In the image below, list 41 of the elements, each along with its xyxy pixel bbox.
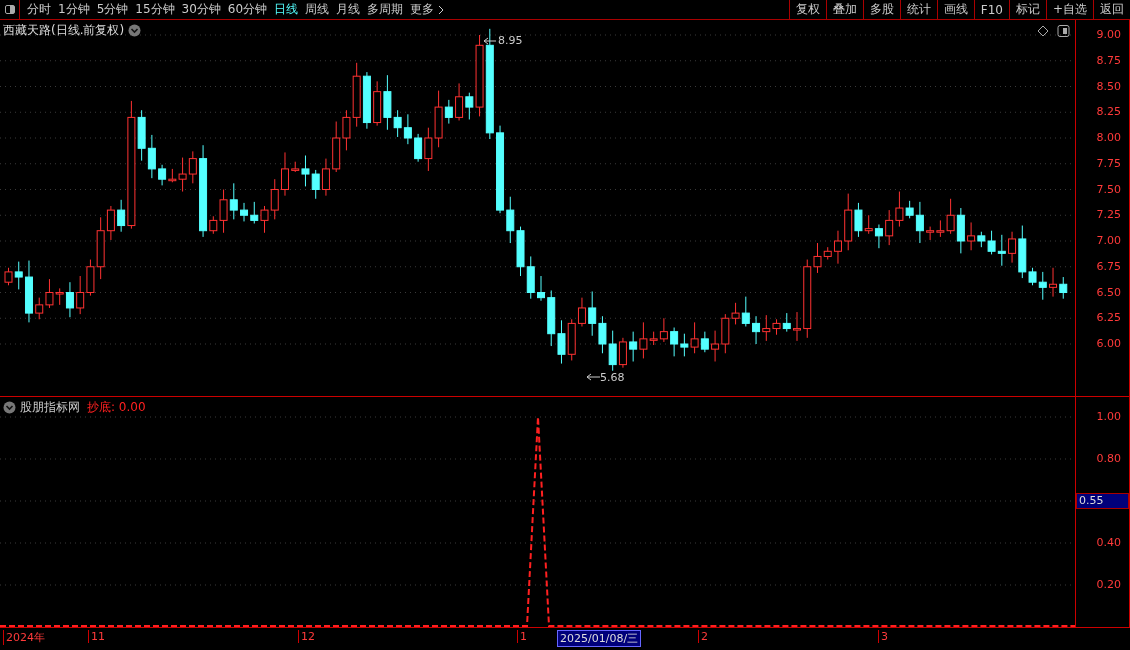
price-tick: 8.25 [1096,105,1121,119]
indicator-tick: 1.00 [1096,410,1121,423]
date-label: 1 [517,630,527,643]
date-label: 2024年 [3,630,45,645]
indicator-tick: 0.40 [1096,536,1121,549]
price-tick: 9.00 [1096,28,1121,41]
price-tick: 8.50 [1096,79,1121,93]
period-tab[interactable]: 1分钟 [58,1,90,18]
price-tick: 6.50 [1096,285,1121,299]
indicator-name: 股朋指标网 [20,399,80,416]
price-tick: 6.75 [1096,259,1121,273]
price-tick: 7.00 [1096,234,1121,247]
period-tab[interactable]: 15分钟 [135,1,175,18]
period-tab[interactable]: 分时 [27,1,51,18]
cursor-date-tag: 2025/01/08/三 [557,630,642,647]
price-tick: 6.00 [1096,337,1121,350]
indicator-tick: 0.20 [1096,578,1121,591]
period-tab[interactable]: 周线 [305,1,330,18]
price-tick: 8.00 [1096,131,1121,144]
high-price-label: 8.95 [498,34,523,47]
period-tab[interactable]: 30分钟 [181,1,221,18]
current-value-tag: 0.55 [1076,493,1129,509]
indicator-tick: 0.80 [1096,452,1121,465]
date-label: 11 [88,630,105,643]
price-tick: 7.50 [1096,182,1121,196]
low-price-label: 5.68 [600,371,625,384]
price-tick: 6.25 [1096,311,1121,325]
date-label: 12 [298,630,315,643]
stock-title: 西藏天路(日线.前复权) [3,22,125,39]
price-tick: 8.75 [1096,53,1121,67]
period-tab[interactable]: 多周期 [367,1,404,18]
indicator-value: 抄底: 0.00 [87,399,146,416]
period-tab[interactable]: 月线 [336,1,361,18]
price-tick: 7.75 [1096,156,1121,170]
period-tab[interactable]: 5分钟 [96,1,129,18]
date-label: 2 [698,630,708,643]
price-tick: 7.25 [1096,208,1121,222]
period-tab[interactable]: 60分钟 [227,1,268,18]
date-label: 3 [878,630,888,643]
more-menu[interactable]: 更多 [410,1,445,18]
period-tab[interactable]: 日线 [274,1,299,18]
